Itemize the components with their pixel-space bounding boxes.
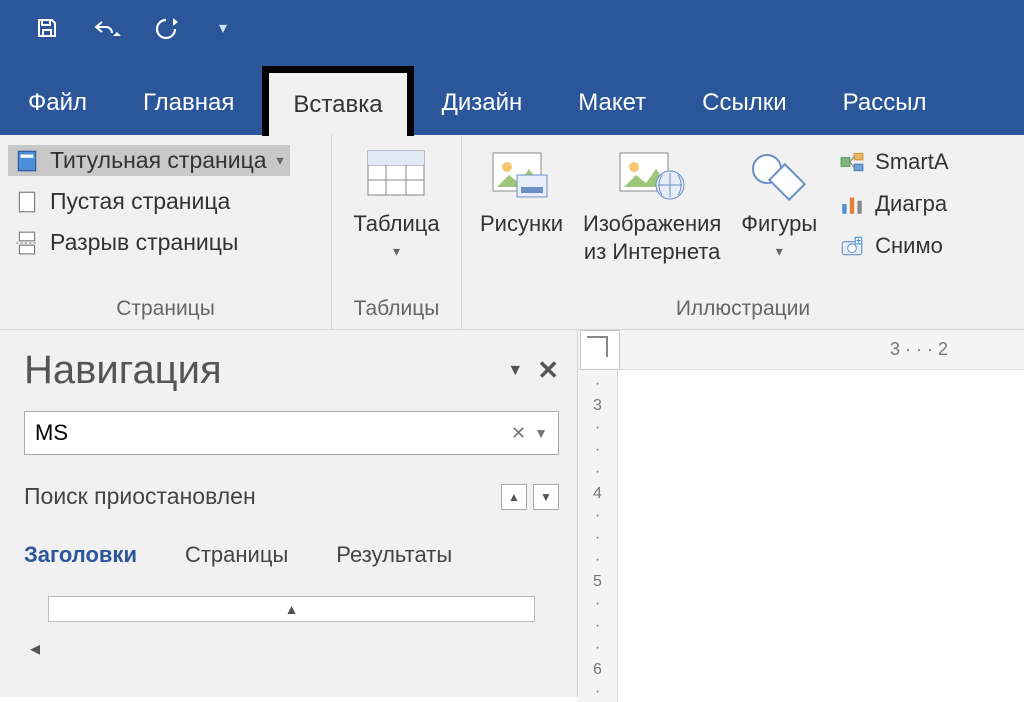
blank-page-button[interactable]: Пустая страница [8,186,290,217]
workspace: Навигация ▼ ✕ ✕ ▼ Поиск приостановлен ▲ … [0,330,1024,697]
nav-tab-results[interactable]: Результаты [336,542,452,568]
ribbon-tabs: Файл Главная Вставка Дизайн Макет Ссылки… [0,55,1024,135]
group-tables-label: Таблицы [340,293,453,327]
page-break-label: Разрыв страницы [50,229,238,256]
pictures-button[interactable]: Рисунки [470,141,573,293]
next-result-button[interactable]: ▼ [533,484,559,510]
tab-references[interactable]: Ссылки [674,71,815,135]
clear-search-icon[interactable]: ✕ [503,423,534,444]
tab-home[interactable]: Главная [115,71,262,135]
search-status: Поиск приостановлен [24,483,256,510]
chevron-down-icon: ▾ [393,243,400,260]
group-pages-label: Страницы [8,293,323,327]
result-stepper: ▲ ▼ [501,484,559,510]
document-area: 3 · · · 2 · 3 · · · 4 · · · 5 · · · 6 · [578,330,1024,697]
chart-button[interactable]: Диагра [833,189,954,219]
group-illustrations-label: Иллюстрации [470,293,1016,327]
chart-label: Диагра [875,191,947,217]
page-break-button[interactable]: Разрыв страницы [8,227,290,258]
ruler-corner [580,330,620,370]
online-pictures-label-2: из Интернета [584,239,720,265]
pictures-label: Рисунки [480,211,563,237]
tab-mailings[interactable]: Рассыл [815,71,955,135]
screenshot-label: Снимо [875,233,943,259]
search-options-icon[interactable]: ▼ [534,425,558,441]
table-button[interactable]: Таблица ▾ [343,141,449,293]
ribbon: Титульная страница ▾ Пустая страница Раз… [0,135,1024,330]
chevron-down-icon: ▾ [277,152,284,169]
online-pictures-button[interactable]: Изображения из Интернета [573,141,731,293]
nav-options-icon[interactable]: ▼ [507,362,523,380]
nav-tab-pages[interactable]: Страницы [185,542,288,568]
tab-insert[interactable]: Вставка [262,66,413,136]
tab-design[interactable]: Дизайн [414,71,551,135]
save-button[interactable] [35,16,59,40]
shapes-label: Фигуры [741,211,817,237]
document-page[interactable] [618,370,1024,702]
prev-result-button[interactable]: ▲ [501,484,527,510]
table-label: Таблица [353,211,439,237]
qat-customize-icon[interactable]: ▾ [219,18,227,38]
undo-button[interactable] [89,16,123,40]
close-icon[interactable]: ✕ [537,355,559,386]
search-input[interactable] [25,412,503,454]
horizontal-ruler[interactable]: 3 · · · 2 [578,330,1024,370]
shapes-button[interactable]: Фигуры ▾ [731,141,827,293]
nav-tabs: Заголовки Страницы Результаты [24,542,559,568]
tab-file[interactable]: Файл [0,71,115,135]
group-illustrations: Рисунки Изображения из Интернета Фигуры … [462,135,1024,329]
navigation-title: Навигация [24,348,222,393]
navigation-pane: Навигация ▼ ✕ ✕ ▼ Поиск приостановлен ▲ … [0,330,578,697]
heading-item[interactable]: ◂ [24,636,559,661]
vertical-ruler[interactable]: · 3 · · · 4 · · · 5 · · · 6 · [578,370,618,702]
cover-page-button[interactable]: Титульная страница ▾ [8,145,290,176]
redo-button[interactable] [153,16,179,40]
hruler-scale: 3 · · · 2 [620,330,1024,369]
cover-page-label: Титульная страница [50,147,267,174]
online-pictures-label-1: Изображения [583,211,721,237]
group-pages: Титульная страница ▾ Пустая страница Раз… [0,135,332,329]
smartart-button[interactable]: SmartA [833,147,954,177]
blank-page-label: Пустая страница [50,188,230,215]
chevron-down-icon: ▾ [776,243,783,260]
quick-access-toolbar: ▾ [0,0,1024,55]
smartart-label: SmartA [875,149,948,175]
tab-layout[interactable]: Макет [550,71,674,135]
collapse-bar[interactable]: ▲ [48,596,535,622]
nav-tab-headings[interactable]: Заголовки [24,542,137,568]
search-box[interactable]: ✕ ▼ [24,411,559,455]
group-tables: Таблица ▾ Таблицы [332,135,462,329]
chevron-left-icon: ◂ [30,636,40,661]
screenshot-button[interactable]: Снимо [833,231,954,261]
